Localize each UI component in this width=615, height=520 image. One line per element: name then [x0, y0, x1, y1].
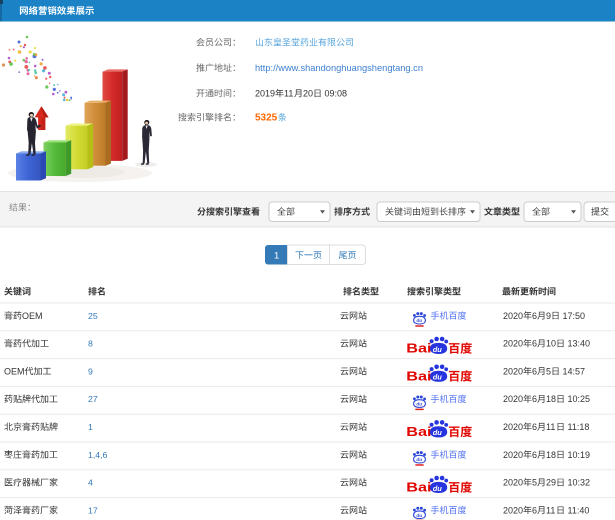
- svg-text:http://www.shandonghuangshengt: http://www.shandonghuangshengtang.cn: [255, 63, 423, 73]
- svg-text:6: 6: [532, 450, 537, 460]
- svg-text:11: 11: [284, 89, 293, 99]
- svg-text:9: 9: [88, 366, 93, 376]
- svg-text:6: 6: [532, 394, 537, 404]
- svg-text:17:50: 17:50: [563, 311, 586, 321]
- svg-text:2020: 2020: [503, 478, 523, 488]
- svg-text:1: 1: [274, 251, 279, 262]
- svg-text:13:40: 13:40: [568, 339, 591, 349]
- svg-text:9: 9: [546, 311, 551, 321]
- svg-text:09:08: 09:08: [325, 89, 348, 99]
- svg-text:17: 17: [88, 505, 98, 515]
- svg-text:5: 5: [532, 478, 537, 488]
- svg-text:20: 20: [303, 89, 313, 99]
- svg-text:18: 18: [546, 394, 556, 404]
- svg-text:6: 6: [532, 339, 537, 349]
- svg-text:29: 29: [546, 478, 556, 488]
- svg-text:25: 25: [88, 311, 98, 321]
- svg-text:5325: 5325: [255, 113, 278, 124]
- svg-text:OEM: OEM: [4, 366, 25, 376]
- svg-text:10:25: 10:25: [568, 394, 591, 404]
- svg-text:2020: 2020: [503, 339, 523, 349]
- svg-text:11: 11: [546, 422, 555, 432]
- svg-text:6: 6: [532, 366, 537, 376]
- svg-text:14:57: 14:57: [563, 366, 586, 376]
- svg-text:4: 4: [88, 478, 93, 488]
- svg-text:6: 6: [532, 422, 537, 432]
- svg-text:11: 11: [546, 505, 555, 515]
- svg-text:2020: 2020: [503, 366, 523, 376]
- svg-text:OEM: OEM: [22, 311, 43, 321]
- svg-text:2020: 2020: [503, 422, 523, 432]
- svg-text:2020: 2020: [503, 450, 523, 460]
- svg-text:1,4,6: 1,4,6: [88, 450, 107, 460]
- svg-text:18: 18: [546, 450, 556, 460]
- svg-text:6: 6: [532, 311, 537, 321]
- svg-text:8: 8: [88, 339, 93, 349]
- svg-text:10:19: 10:19: [568, 450, 591, 460]
- svg-text:6: 6: [532, 505, 537, 515]
- svg-text:2020: 2020: [503, 505, 523, 515]
- svg-text:11:18: 11:18: [568, 422, 590, 432]
- svg-text:2020: 2020: [503, 311, 523, 321]
- svg-text:5: 5: [546, 366, 551, 376]
- svg-text:2020: 2020: [503, 394, 523, 404]
- svg-text:11:40: 11:40: [568, 505, 590, 515]
- svg-text:27: 27: [88, 394, 98, 404]
- svg-text:2019: 2019: [255, 89, 275, 99]
- svg-text:10:32: 10:32: [568, 478, 591, 488]
- svg-text:1: 1: [88, 422, 93, 432]
- svg-text:10: 10: [546, 339, 556, 349]
